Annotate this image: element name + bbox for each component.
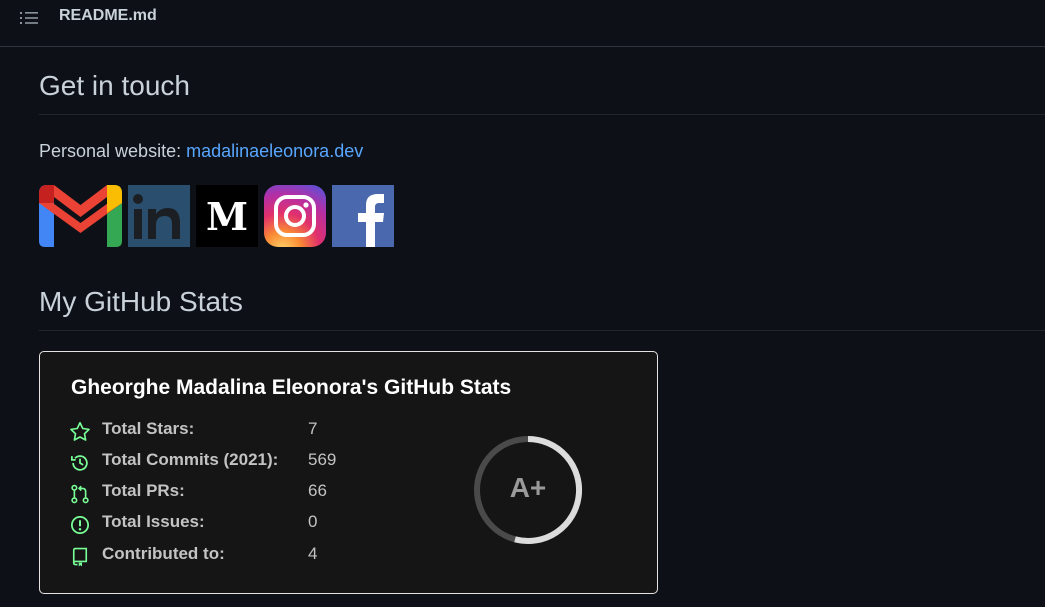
facebook-icon[interactable] xyxy=(332,185,394,247)
stat-label: Total PRs: xyxy=(102,481,185,500)
stat-value: 569 xyxy=(308,450,337,469)
instagram-icon[interactable] xyxy=(264,185,326,247)
website-label: Personal website: xyxy=(39,141,182,161)
stat-label: Total Commits (2021): xyxy=(102,450,279,469)
star-icon xyxy=(70,422,90,441)
linkedin-icon[interactable] xyxy=(128,185,190,247)
rank-circle: A+ xyxy=(472,434,584,546)
card-title: Gheorghe Madalina Eleonora's GitHub Stat… xyxy=(71,376,512,399)
stat-row-contributed: Contributed to: 4 xyxy=(70,544,370,568)
stat-value: 66 xyxy=(308,481,327,500)
list-icon[interactable] xyxy=(19,9,39,27)
stat-value: 4 xyxy=(308,544,318,563)
stat-row-stars: Total Stars: 7 xyxy=(70,419,370,443)
file-header: README.md xyxy=(0,0,1045,47)
issue-icon xyxy=(71,516,89,534)
stat-row-issues: Total Issues: 0 xyxy=(70,512,370,536)
github-stats-card: Gheorghe Madalina Eleonora's GitHub Stat… xyxy=(39,351,658,594)
gmail-icon[interactable] xyxy=(39,185,122,247)
repo-icon xyxy=(72,547,88,567)
stat-value: 0 xyxy=(308,512,318,531)
get-in-touch-heading: Get in touch xyxy=(39,70,1045,115)
history-icon xyxy=(71,455,88,471)
stat-label: Total Stars: xyxy=(102,419,195,438)
stat-row-prs: Total PRs: 66 xyxy=(70,481,370,505)
rank-grade: A+ xyxy=(509,472,547,503)
stat-label: Contributed to: xyxy=(102,544,225,563)
svg-text:M: M xyxy=(206,194,248,239)
stat-label: Total Issues: xyxy=(102,512,205,531)
personal-website: Personal website: madalinaeleonora.dev xyxy=(39,141,363,162)
website-link[interactable]: madalinaeleonora.dev xyxy=(186,141,363,161)
stat-row-commits: Total Commits (2021): 569 xyxy=(70,450,370,474)
file-name: README.md xyxy=(59,7,157,24)
medium-icon[interactable]: M xyxy=(196,185,258,247)
pull-request-icon xyxy=(71,484,89,504)
github-stats-heading: My GitHub Stats xyxy=(39,286,1045,331)
stat-value: 7 xyxy=(308,419,318,438)
